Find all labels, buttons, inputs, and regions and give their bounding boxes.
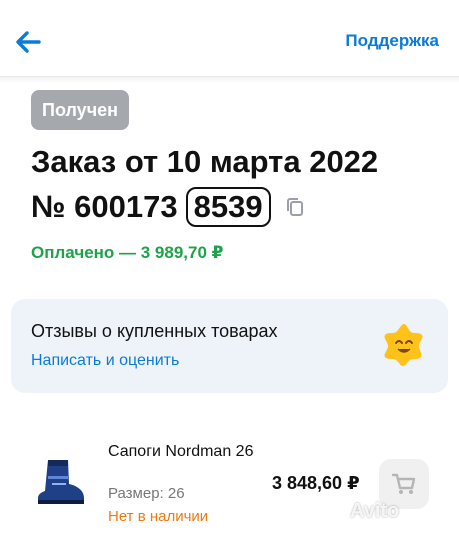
status-badge: Получен — [31, 90, 130, 130]
order-number-suffix: 8539 — [185, 187, 271, 227]
order-title: Заказ от 10 марта 2022 № 600173 8539 — [31, 143, 378, 227]
product-size: Размер: 26 — [108, 485, 185, 502]
order-date-title: Заказ от 10 марта 2022 — [31, 144, 379, 179]
sheet-divider — [0, 76, 459, 83]
boot-product-image[interactable] — [32, 454, 88, 510]
product-price: 3 848,60 ₽ — [272, 473, 360, 493]
top-bar: Поддержка — [0, 0, 459, 82]
payment-status: Оплачено — 3 989,70 ₽ — [31, 243, 224, 262]
support-link[interactable]: Поддержка — [345, 31, 439, 51]
copy-icon[interactable] — [283, 195, 307, 219]
cart-icon — [391, 473, 416, 494]
back-arrow-icon[interactable] — [12, 26, 44, 58]
star-smile-icon — [384, 324, 423, 366]
write-review-link[interactable]: Написать и оценить — [31, 352, 179, 370]
product-name[interactable]: Сапоги Nordman 26 — [108, 442, 258, 462]
order-number-line: № 600173 8539 — [31, 187, 378, 227]
avito-watermark: Avito — [350, 500, 400, 522]
order-number-prefix: № 600173 — [31, 189, 178, 224]
reviews-title: Отзывы о купленных товарах — [31, 321, 278, 341]
reviews-banner[interactable]: Отзывы о купленных товарах Написать и оц… — [11, 299, 448, 393]
availability-status: Нет в наличии — [108, 508, 209, 525]
